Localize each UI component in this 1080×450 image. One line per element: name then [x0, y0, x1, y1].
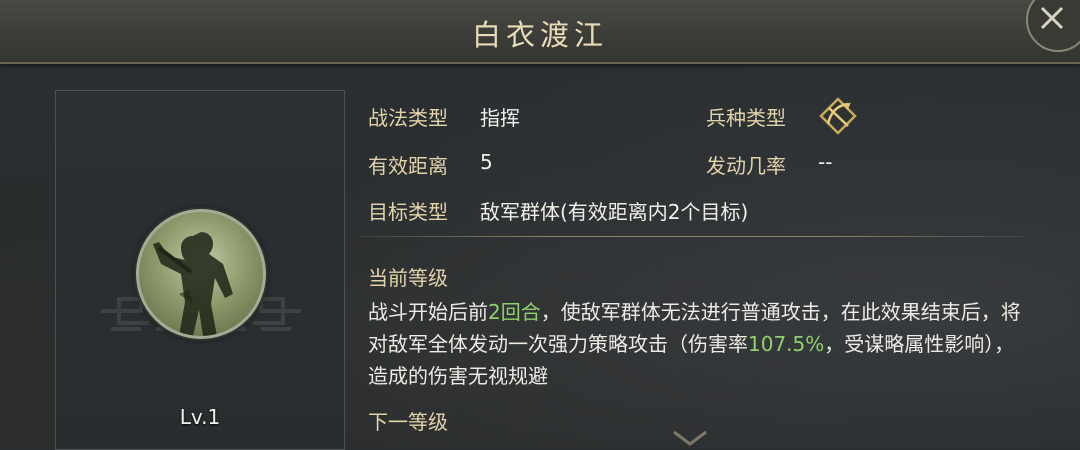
troop-type-row: 兵种类型: [706, 102, 786, 131]
warrior-silhouette-icon: [153, 232, 233, 336]
target-row: 目标类型 敌军群体(有效距离内2个目标): [368, 196, 748, 225]
desc-part-1: 战斗开始后前: [368, 300, 488, 324]
window-title: 白衣渡江: [471, 18, 608, 52]
target-value: 敌军群体(有效距离内2个目标): [480, 200, 749, 224]
portrait-panel: Lv.1: [55, 90, 345, 450]
current-level-title: 当前等级: [368, 266, 448, 290]
close-icon: [1040, 6, 1064, 30]
range-row: 有效距离 5: [368, 150, 493, 179]
tactic-type-value: 指挥: [480, 106, 520, 130]
divider: [358, 236, 1023, 237]
range-value: 5: [480, 150, 493, 174]
tactic-type-row: 战法类型 指挥: [368, 102, 520, 131]
scroll-down-chevron-icon[interactable]: [672, 430, 708, 448]
target-label: 目标类型: [368, 200, 448, 224]
desc-rate-highlight: 107.5%: [748, 332, 825, 356]
current-level-description: 战斗开始后前2回合，使敌军群体无法进行普通攻击，在此效果结束后，将对敌军全体发动…: [368, 296, 1028, 392]
trigger-rate-value: --: [818, 150, 833, 174]
desc-rounds-highlight: 2回合: [488, 300, 541, 324]
trigger-rate-label: 发动几率: [706, 154, 786, 178]
next-level-title: 下一等级: [368, 410, 448, 434]
tactic-portrait: [136, 209, 266, 339]
range-label: 有效距离: [368, 154, 448, 178]
trigger-rate-row: 发动几率 --: [706, 150, 832, 179]
level-badge: Lv.1: [179, 405, 221, 429]
bow-crossed-icon: [819, 97, 857, 135]
troop-type-label: 兵种类型: [706, 106, 786, 130]
tactic-type-label: 战法类型: [368, 106, 448, 130]
title-bar: 白衣渡江: [0, 0, 1080, 64]
